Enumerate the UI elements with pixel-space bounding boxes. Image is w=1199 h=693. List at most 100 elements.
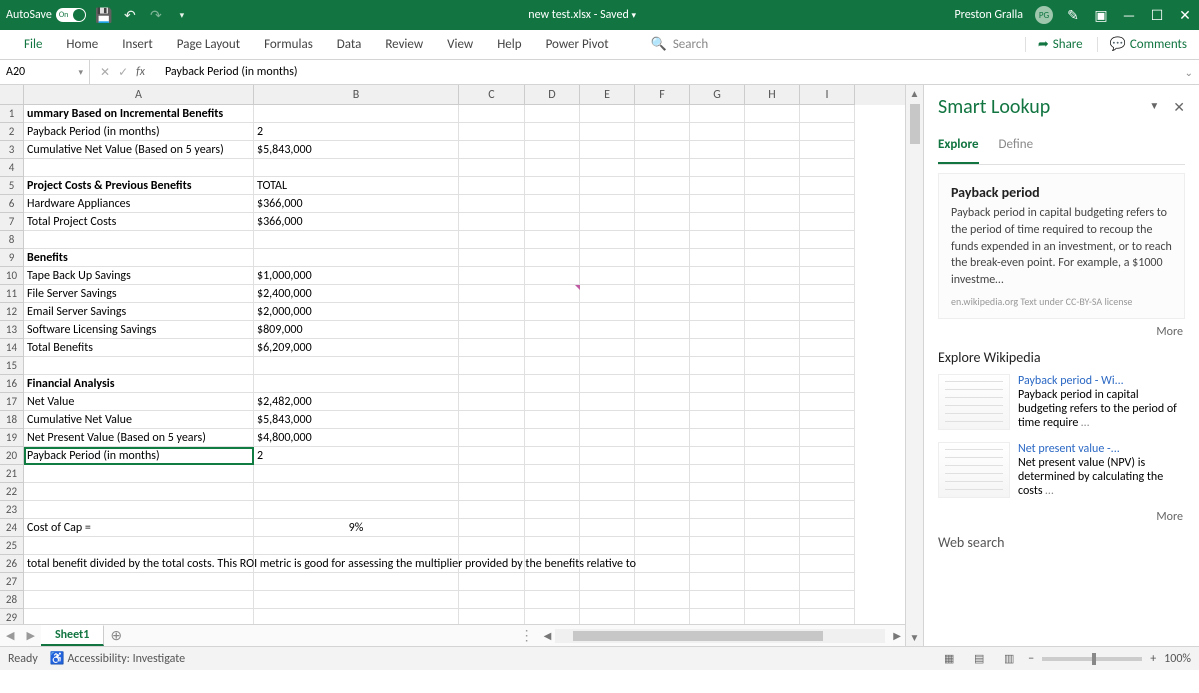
zoom-in-icon[interactable]: +	[1150, 652, 1156, 666]
tell-me-search[interactable]: 🔍 Search	[651, 37, 709, 52]
cell[interactable]	[459, 465, 525, 483]
cell[interactable]	[800, 123, 855, 141]
cell[interactable]	[635, 195, 690, 213]
cell[interactable]	[254, 537, 459, 555]
cell[interactable]	[635, 501, 690, 519]
enter-formula-icon[interactable]: ✓	[118, 65, 128, 80]
ribbon-tab-formulas[interactable]: Formulas	[252, 37, 325, 52]
lookup-card[interactable]: Payback period Payback period in capital…	[938, 173, 1185, 319]
cell[interactable]	[800, 501, 855, 519]
cell[interactable]	[800, 267, 855, 285]
cell[interactable]	[459, 177, 525, 195]
tab-nav-prev-icon[interactable]: ◀	[0, 629, 20, 642]
cell[interactable]	[690, 537, 745, 555]
row-header[interactable]: 1	[0, 105, 24, 123]
cell[interactable]: TOTAL	[254, 177, 459, 195]
cell[interactable]	[690, 375, 745, 393]
cell[interactable]	[800, 483, 855, 501]
wiki-result[interactable]: Net present value -...Net present value …	[938, 442, 1185, 498]
cell[interactable]	[690, 177, 745, 195]
cell[interactable]	[525, 501, 580, 519]
cell[interactable]	[580, 519, 635, 537]
cell[interactable]	[525, 105, 580, 123]
cell[interactable]	[525, 123, 580, 141]
cell[interactable]	[635, 429, 690, 447]
cell[interactable]	[745, 591, 800, 609]
cell[interactable]	[24, 159, 254, 177]
zoom-level[interactable]: 100%	[1164, 652, 1191, 666]
cell[interactable]	[459, 231, 525, 249]
redo-icon[interactable]: ↷	[148, 7, 164, 23]
cell[interactable]	[690, 411, 745, 429]
ribbon-tab-view[interactable]: View	[435, 37, 485, 52]
ribbon-tab-insert[interactable]: Insert	[110, 37, 165, 52]
cell[interactable]	[690, 249, 745, 267]
cell[interactable]	[459, 501, 525, 519]
cell[interactable]	[690, 483, 745, 501]
cell[interactable]	[580, 447, 635, 465]
cell[interactable]	[580, 231, 635, 249]
cell[interactable]	[635, 159, 690, 177]
row-header[interactable]: 7	[0, 213, 24, 231]
undo-icon[interactable]: ↶	[122, 7, 138, 23]
cell[interactable]	[580, 213, 635, 231]
cell[interactable]	[690, 393, 745, 411]
cell[interactable]	[459, 483, 525, 501]
row-header[interactable]: 16	[0, 375, 24, 393]
cell[interactable]	[254, 357, 459, 375]
name-box[interactable]: A20 ▾	[0, 60, 90, 84]
cell[interactable]	[800, 465, 855, 483]
cell[interactable]: Hardware Appliances	[24, 195, 254, 213]
cell[interactable]	[635, 411, 690, 429]
cancel-formula-icon[interactable]: ✕	[100, 65, 110, 80]
cell[interactable]	[580, 501, 635, 519]
cell[interactable]	[525, 429, 580, 447]
cell[interactable]	[580, 429, 635, 447]
cell[interactable]	[525, 447, 580, 465]
fx-icon[interactable]: fx	[136, 65, 145, 79]
row-header[interactable]: 17	[0, 393, 24, 411]
cell[interactable]	[745, 177, 800, 195]
cell[interactable]	[635, 285, 690, 303]
cell[interactable]	[580, 591, 635, 609]
cell[interactable]	[690, 123, 745, 141]
cell[interactable]	[745, 195, 800, 213]
cell[interactable]	[580, 465, 635, 483]
cell[interactable]	[800, 591, 855, 609]
cell[interactable]	[254, 501, 459, 519]
cell[interactable]	[745, 231, 800, 249]
cell[interactable]	[525, 267, 580, 285]
cell[interactable]: 9%	[254, 519, 459, 537]
cell[interactable]	[525, 465, 580, 483]
share-button[interactable]: ➦ Share	[1025, 37, 1083, 52]
cell[interactable]	[525, 339, 580, 357]
col-header-D[interactable]: D	[525, 85, 580, 105]
cell[interactable]	[580, 357, 635, 375]
cell[interactable]	[745, 501, 800, 519]
cell[interactable]	[24, 573, 254, 591]
cell[interactable]	[745, 141, 800, 159]
cell[interactable]	[635, 177, 690, 195]
cell[interactable]	[525, 573, 580, 591]
cell[interactable]	[525, 159, 580, 177]
select-all-corner[interactable]	[0, 85, 24, 105]
row-header[interactable]: 19	[0, 429, 24, 447]
row-header[interactable]: 8	[0, 231, 24, 249]
hscroll-left-icon[interactable]: ◀	[540, 629, 556, 642]
cell[interactable]	[800, 303, 855, 321]
cell[interactable]: Cost of Cap =	[24, 519, 254, 537]
cell[interactable]	[745, 573, 800, 591]
formula-input[interactable]: Payback Period (in months)	[155, 65, 298, 79]
row-header[interactable]: 25	[0, 537, 24, 555]
customize-qat-icon[interactable]: ▾	[174, 7, 190, 23]
cell[interactable]	[254, 105, 459, 123]
cell[interactable]	[690, 609, 745, 624]
cell[interactable]: $5,843,000	[254, 411, 459, 429]
cell[interactable]	[745, 303, 800, 321]
cell[interactable]	[800, 411, 855, 429]
ribbon-tab-help[interactable]: Help	[485, 37, 533, 52]
hscroll-right-icon[interactable]: ▶	[889, 629, 905, 642]
cell[interactable]	[690, 231, 745, 249]
minimize-icon[interactable]: —	[1121, 7, 1137, 23]
cell[interactable]	[800, 393, 855, 411]
